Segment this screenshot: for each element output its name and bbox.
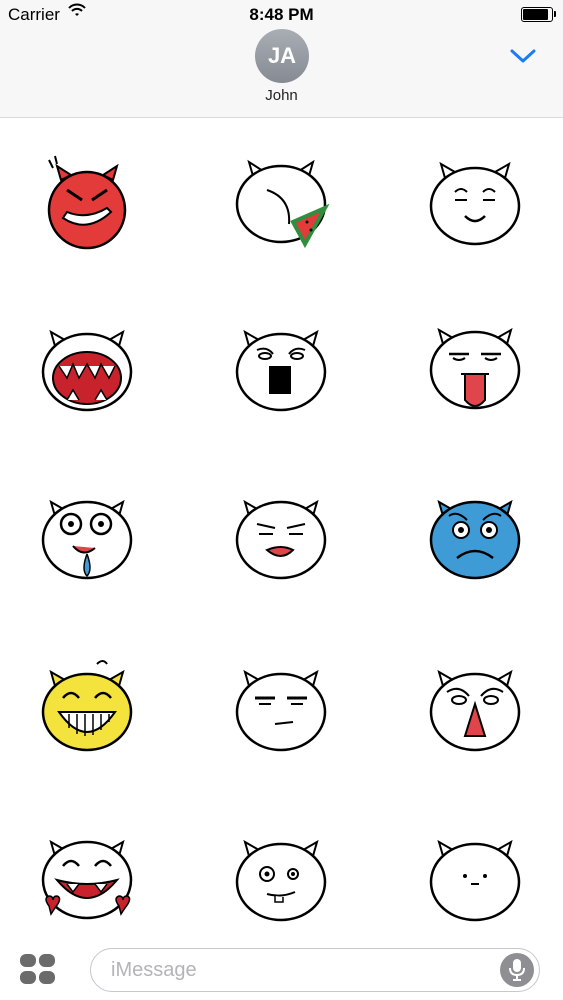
- message-header: Carrier 8:48 PM JA John: [0, 0, 563, 118]
- blue-sad-sticker[interactable]: [425, 486, 525, 586]
- love-laughing-sticker[interactable]: [37, 826, 137, 926]
- app-drawer-icon[interactable]: [20, 954, 58, 986]
- sticker-grid: [0, 118, 563, 938]
- chevron-down-icon[interactable]: [510, 48, 536, 64]
- red-devil-grin-sticker[interactable]: [37, 150, 137, 250]
- clock: 8:48 PM: [249, 5, 314, 24]
- status-bar: Carrier 8:48 PM: [0, 0, 563, 30]
- tongue-out-sticker[interactable]: [425, 316, 525, 416]
- blank-face-sticker[interactable]: [425, 826, 525, 926]
- shocked-open-mouth-sticker[interactable]: [231, 316, 331, 416]
- unimpressed-lip-sticker[interactable]: [231, 486, 331, 586]
- yellow-laughing-sticker[interactable]: [37, 656, 137, 756]
- screaming-teeth-sticker[interactable]: [37, 316, 137, 416]
- contact-avatar[interactable]: JA: [255, 29, 309, 83]
- crazy-eyes-sticker[interactable]: [231, 826, 331, 926]
- message-field[interactable]: [90, 948, 540, 992]
- crazy-drooling-sticker[interactable]: [37, 486, 137, 586]
- straight-face-sticker[interactable]: [231, 656, 331, 756]
- microphone-icon[interactable]: [500, 953, 534, 987]
- compose-bar: [0, 940, 563, 1000]
- message-input[interactable]: [109, 949, 473, 992]
- battery-icon: [521, 7, 556, 22]
- worried-red-nose-sticker[interactable]: [425, 656, 525, 756]
- contact-name[interactable]: John: [0, 87, 563, 104]
- smiling-calm-sticker[interactable]: [425, 150, 525, 250]
- watermelon-eating-sticker[interactable]: [231, 150, 331, 250]
